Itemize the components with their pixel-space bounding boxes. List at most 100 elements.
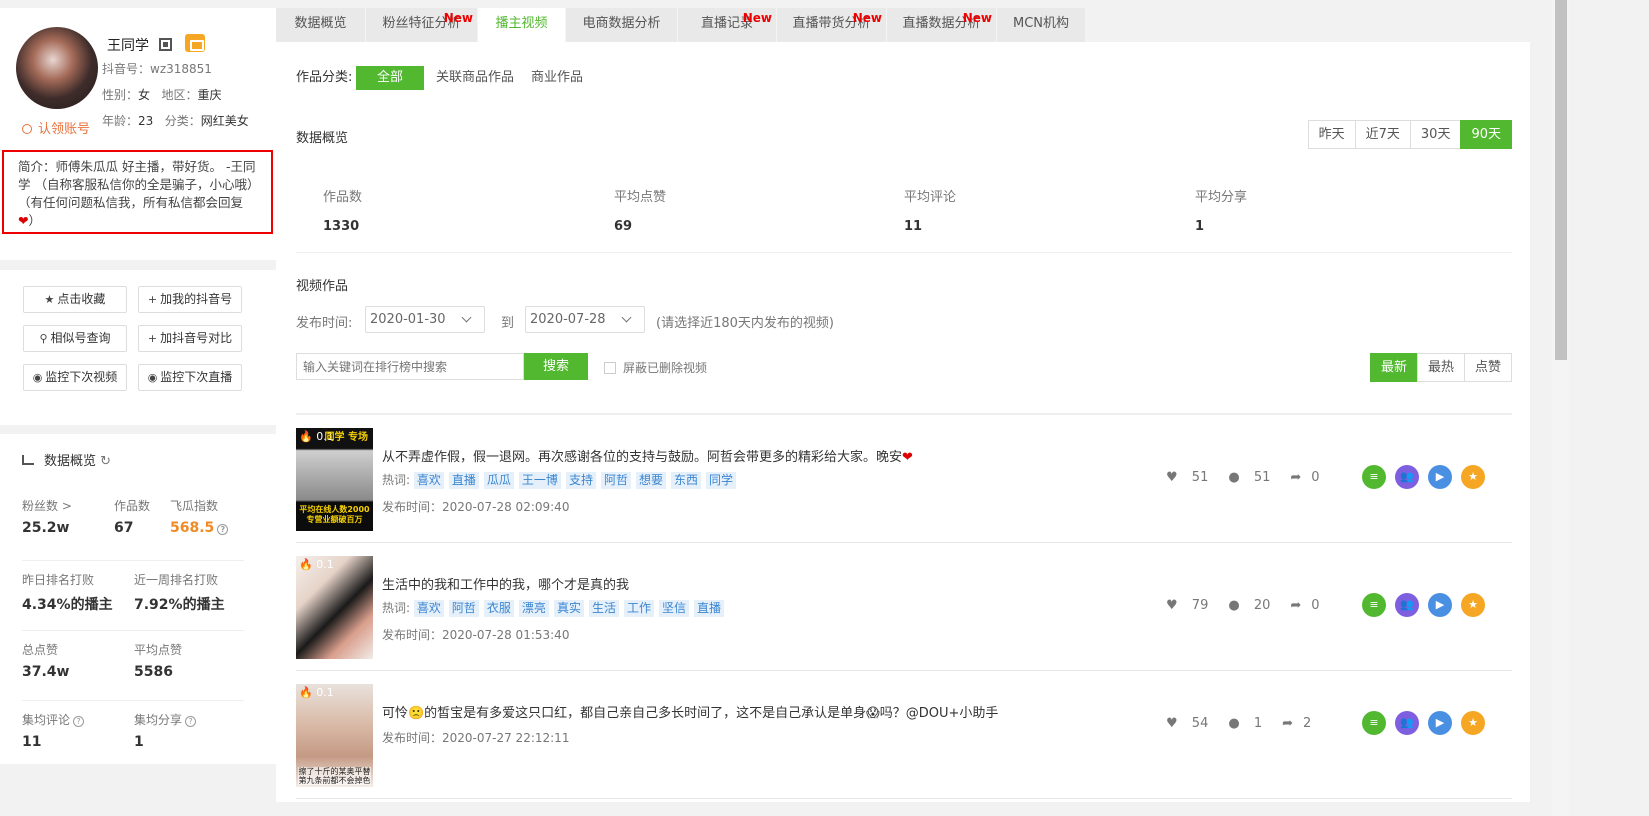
star-icon[interactable]: ★ bbox=[1461, 711, 1485, 735]
monitor-video-button[interactable]: ◉ 监控下次视频 bbox=[23, 364, 127, 391]
tab-live-records[interactable]: 直播记录 New bbox=[678, 8, 777, 42]
thumb-text: 平均在线人数2000 专营业额破百万 bbox=[299, 505, 370, 524]
hot-tag[interactable]: 阿哲 bbox=[600, 472, 631, 489]
star-icon: ★ bbox=[44, 293, 55, 306]
help-icon[interactable]: ? bbox=[217, 524, 229, 535]
avg-share-label: 集均分享 bbox=[134, 713, 183, 727]
hide-deleted-checkbox[interactable]: 屏蔽已删除视频 bbox=[604, 359, 707, 376]
shares-value: 0 bbox=[1311, 598, 1320, 613]
likes-metric: ♥ 51 bbox=[1166, 470, 1218, 485]
avatar[interactable] bbox=[16, 27, 98, 109]
video-thumbnail[interactable]: 🔥 0.1 bbox=[296, 556, 373, 659]
hot-tag[interactable]: 王一博 bbox=[518, 472, 561, 489]
hot-tag[interactable]: 瓜瓜 bbox=[483, 472, 514, 489]
monitor-live-button[interactable]: ◉ 监控下次直播 bbox=[138, 364, 242, 391]
search-input[interactable] bbox=[296, 353, 524, 380]
hot-words: 热词: 喜欢 直播 瓜瓜 王一博 支持 阿哲 想要 东西 同学 bbox=[382, 471, 741, 489]
stats-row: 集均评论? 11 集均分享? 1 bbox=[22, 701, 244, 771]
date-to-select[interactable]: 2020-07-28 bbox=[525, 306, 645, 333]
comment-icon: ● bbox=[1228, 598, 1240, 613]
hot-tag[interactable]: 坚信 bbox=[658, 600, 689, 617]
hot-tag[interactable]: 真实 bbox=[553, 600, 584, 617]
detail-icon[interactable]: ≡ bbox=[1362, 465, 1386, 489]
play-icon[interactable]: ▶ bbox=[1428, 711, 1452, 735]
star-icon[interactable]: ★ bbox=[1461, 465, 1485, 489]
hot-tag[interactable]: 喜欢 bbox=[413, 600, 444, 617]
rank-week-stat: 近一周排名打败 7.92%的播主 bbox=[134, 571, 225, 614]
hot-tag[interactable]: 想要 bbox=[635, 472, 666, 489]
video-item[interactable]: 🔥 0.1 生活中的我和工作中的我，哪个才是真的我 热词: 喜欢 阿哲 衣服 漂亮 真实… bbox=[296, 543, 1512, 671]
claim-account-link[interactable]: 认领账号 bbox=[22, 118, 90, 137]
hot-tag[interactable]: 漂亮 bbox=[518, 600, 549, 617]
overview-avg-shares: 平均分享 1 bbox=[1195, 186, 1247, 234]
sort-hottest[interactable]: 最热 bbox=[1416, 353, 1465, 382]
hot-tag[interactable]: 直播 bbox=[448, 472, 479, 489]
filter-linked[interactable]: 关联商品作品 bbox=[436, 66, 514, 90]
hot-tag[interactable]: 喜欢 bbox=[413, 472, 444, 489]
similar-search-button[interactable]: ⚲ 相似号查询 bbox=[23, 325, 127, 352]
checkbox-box bbox=[604, 362, 616, 374]
scrollbar-thumb[interactable] bbox=[1555, 0, 1567, 360]
qr-code-icon[interactable] bbox=[159, 38, 172, 51]
help-icon[interactable]: ? bbox=[185, 716, 197, 727]
hot-tag[interactable]: 支持 bbox=[565, 472, 596, 489]
video-thumbnail[interactable]: 🔥 0.1 同学 专场 平均在线人数2000 专营业额破百万 bbox=[296, 428, 373, 531]
sort-selector: 最新 最热 点赞 bbox=[1369, 353, 1512, 382]
likes-value: 54 bbox=[1191, 716, 1209, 731]
date-from-select[interactable]: 2020-01-30 bbox=[365, 306, 485, 333]
hot-tag[interactable]: 工作 bbox=[623, 600, 654, 617]
play-icon[interactable]: ▶ bbox=[1428, 593, 1452, 617]
stats-row: 粉丝数 > 25.2w 作品数 67 飞瓜指数 568.5? bbox=[22, 491, 244, 561]
range-90d[interactable]: 90天 bbox=[1460, 120, 1512, 149]
audience-icon[interactable]: 👥 bbox=[1395, 593, 1419, 617]
hot-tag[interactable]: 直播 bbox=[694, 600, 725, 617]
favorite-button[interactable]: ★ 点击收藏 bbox=[23, 286, 127, 313]
fans-stat[interactable]: 粉丝数 > 25.2w bbox=[22, 497, 72, 536]
hide-deleted-label: 屏蔽已删除视频 bbox=[623, 361, 708, 375]
video-item[interactable]: 🔥 0.1 擦了十斤的某奥平替 第九条前都不会掉色 可怜🙁的皙宝是有多爱这只口红… bbox=[296, 671, 1512, 799]
add-douyin-button[interactable]: + 加我的抖音号 bbox=[138, 286, 242, 313]
range-7d[interactable]: 近7天 bbox=[1354, 120, 1411, 149]
star-icon[interactable]: ★ bbox=[1461, 593, 1485, 617]
filter-commercial[interactable]: 商业作品 bbox=[531, 66, 583, 90]
works-label: 作品数 bbox=[114, 499, 151, 513]
divider bbox=[296, 252, 1512, 253]
tab-live-data[interactable]: 直播数据分析 New bbox=[887, 8, 997, 42]
comments-metric: ● 20 bbox=[1228, 598, 1280, 613]
sort-latest[interactable]: 最新 bbox=[1369, 353, 1418, 382]
video-item[interactable]: 🔥 0.1 同学 专场 平均在线人数2000 专营业额破百万 从不弄虚作假，假一… bbox=[296, 415, 1512, 543]
share-icon: ➦ bbox=[1282, 716, 1294, 731]
avg-comment-stat: 集均评论? 11 bbox=[22, 711, 85, 750]
hot-tag[interactable]: 衣服 bbox=[483, 600, 514, 617]
audience-icon[interactable]: 👥 bbox=[1395, 465, 1419, 489]
detail-icon[interactable]: ≡ bbox=[1362, 711, 1386, 735]
compare-button[interactable]: + 加抖音号对比 bbox=[138, 325, 242, 352]
refresh-icon[interactable]: ↻ bbox=[100, 454, 111, 469]
sort-likes[interactable]: 点赞 bbox=[1463, 353, 1512, 382]
rank-yesterday-value: 4.34%的播主 bbox=[22, 597, 113, 613]
help-icon[interactable]: ? bbox=[73, 716, 85, 727]
detail-icon[interactable]: ≡ bbox=[1362, 593, 1386, 617]
hot-tag[interactable]: 东西 bbox=[670, 472, 701, 489]
tab-mcn[interactable]: MCN机构 bbox=[997, 8, 1086, 42]
audience-icon[interactable]: 👥 bbox=[1395, 711, 1419, 735]
shop-icon[interactable] bbox=[185, 34, 205, 52]
range-yesterday[interactable]: 昨天 bbox=[1307, 120, 1356, 149]
hot-tag[interactable]: 生活 bbox=[588, 600, 619, 617]
sidebar: 王同学 抖音号：wz318851 性别：女 地区：重庆 年龄：23 分类：网红美… bbox=[0, 8, 276, 780]
tab-overview[interactable]: 数据概览 bbox=[276, 8, 366, 42]
range-30d[interactable]: 30天 bbox=[1409, 120, 1462, 149]
shares-value: 2 bbox=[1303, 716, 1312, 731]
search-button[interactable]: 搜索 bbox=[524, 353, 588, 380]
filter-all[interactable]: 全部 bbox=[356, 66, 424, 90]
video-thumbnail[interactable]: 🔥 0.1 擦了十斤的某奥平替 第九条前都不会掉色 bbox=[296, 684, 373, 787]
tab-fans[interactable]: 粉丝特征分析 New bbox=[366, 8, 478, 42]
play-icon[interactable]: ▶ bbox=[1428, 465, 1452, 489]
hot-tag[interactable]: 阿哲 bbox=[448, 600, 479, 617]
hot-tag[interactable]: 同学 bbox=[706, 472, 737, 489]
hot-words: 热词: 喜欢 阿哲 衣服 漂亮 真实 生活 工作 坚信 直播 bbox=[382, 599, 729, 617]
tab-videos[interactable]: 播主视频 bbox=[478, 8, 566, 42]
chevron-down-icon bbox=[621, 312, 632, 323]
tab-ecommerce[interactable]: 电商数据分析 bbox=[566, 8, 678, 42]
tab-live-sales[interactable]: 直播带货分析 New bbox=[777, 8, 887, 42]
